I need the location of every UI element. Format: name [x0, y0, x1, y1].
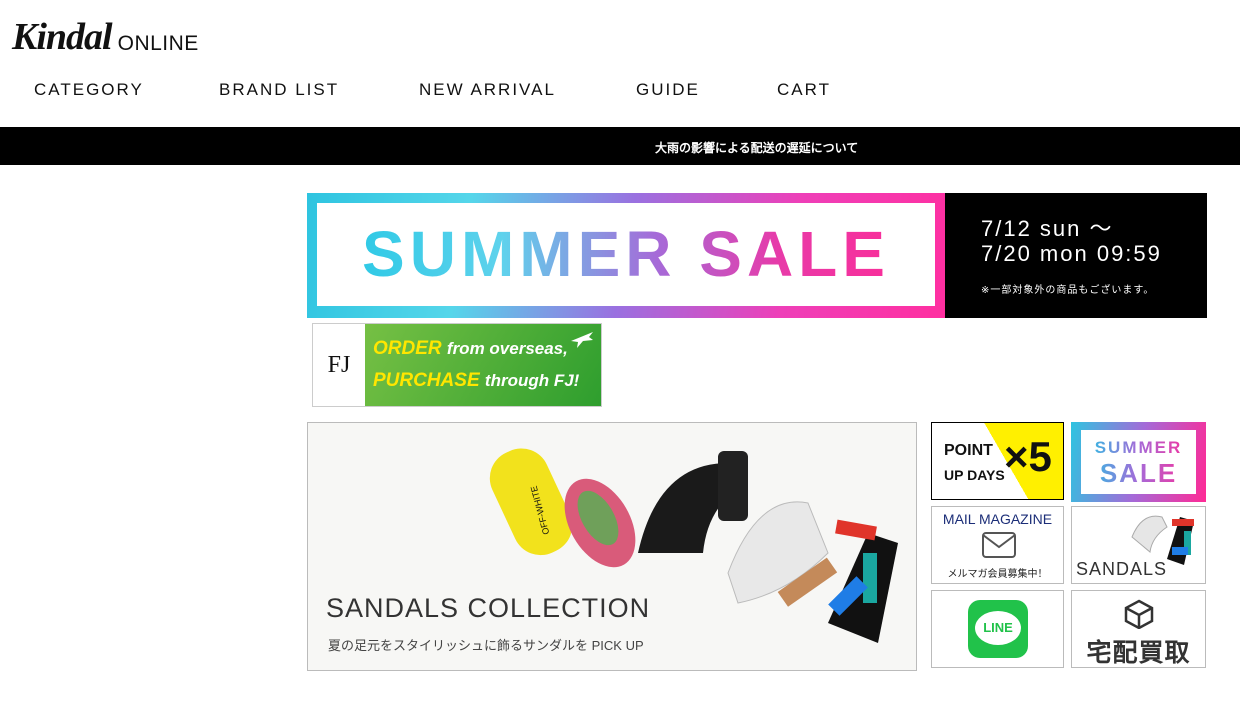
- fj-from-overseas: from overseas,: [446, 339, 568, 358]
- sandals-illustration: OFF-WHITE: [489, 448, 898, 643]
- box-icon: [1124, 599, 1154, 629]
- fj-through: through FJ!: [484, 371, 580, 390]
- fj-order-banner[interactable]: FJ ORDER from overseas, PURCHASE through…: [312, 323, 602, 407]
- sale-title-box: SUMMER SALE: [317, 203, 935, 306]
- point-multiplier: ×5: [1004, 433, 1052, 480]
- logo-script: Kindal: [12, 16, 113, 58]
- sale-note: ※一部対象外の商品もございます。: [981, 285, 1155, 296]
- nav-category[interactable]: CATEGORY: [34, 80, 144, 100]
- nav-brand-list[interactable]: BRAND LIST: [219, 80, 339, 100]
- mail-magazine-tile[interactable]: MAIL MAGAZINE メルマガ会員募集中！: [931, 506, 1064, 584]
- summer-sale-banner[interactable]: SUMMER SALE 7/12 sun 〜 7/20 mon 09:59 ※一…: [307, 193, 1207, 318]
- envelope-icon: [982, 532, 1016, 558]
- summer-tile-box: SUMMER SALE: [1081, 430, 1196, 494]
- nav-new-arrival[interactable]: NEW ARRIVAL: [419, 80, 556, 100]
- sandals-collection-title: SANDALS COLLECTION: [326, 593, 651, 623]
- mail-magazine-sub: メルマガ会員募集中！: [947, 569, 1048, 580]
- line-label: LINE: [983, 620, 1013, 635]
- fj-line-2: PURCHASE through FJ!: [373, 370, 579, 392]
- takuhai-kaitori-tile[interactable]: 宅配買取: [1071, 590, 1206, 668]
- sandals-tile[interactable]: SANDALS: [1071, 506, 1206, 584]
- line-tile[interactable]: LINE: [931, 590, 1064, 668]
- summer-tile-line2: SALE: [1081, 458, 1196, 489]
- sale-date-panel: 7/12 sun 〜 7/20 mon 09:59 ※一部対象外の商品もございま…: [945, 193, 1207, 318]
- fj-order: ORDER: [373, 338, 442, 359]
- logo-online: ONLINE: [117, 32, 199, 55]
- mail-magazine-title: MAIL MAGAZINE: [942, 511, 1053, 527]
- summer-tile-line1: SUMMER: [1081, 438, 1196, 458]
- kaitori-label: 宅配買取: [1086, 639, 1191, 667]
- fj-logo: FJ: [313, 324, 365, 406]
- sale-gradient-frame: SUMMER SALE: [307, 193, 945, 318]
- nav-cart[interactable]: CART: [777, 80, 831, 100]
- sale-date-start: 7/12 sun 〜: [981, 216, 1114, 241]
- notice-link[interactable]: 大雨の影響による配送の遅延について: [655, 139, 858, 156]
- line-icon: LINE: [968, 600, 1028, 658]
- point-up-days-tile[interactable]: POINT UP DAYS ×5: [931, 422, 1064, 500]
- summer-sale-tile[interactable]: SUMMER SALE: [1071, 422, 1206, 502]
- fj-green-panel: ORDER from overseas, PURCHASE through FJ…: [365, 324, 601, 406]
- sale-title: SUMMER SALE: [317, 203, 935, 306]
- point-label: POINT: [944, 442, 993, 459]
- sandals-tile-label: SANDALS: [1076, 559, 1168, 579]
- airplane-icon: [571, 332, 593, 348]
- sale-date-end: 7/20 mon 09:59: [981, 241, 1162, 266]
- sandals-collection-banner[interactable]: OFF-WHITE SANDALS COLLECTION 夏の足元をスタイリッシ…: [307, 422, 917, 671]
- sandals-collection-subtitle: 夏の足元をスタイリッシュに飾るサンダルを PICK UP: [328, 638, 644, 653]
- notice-bar: 大雨の影響による配送の遅延について: [0, 127, 1240, 165]
- up-days-label: UP DAYS: [944, 467, 1005, 483]
- nav-guide[interactable]: GUIDE: [636, 80, 700, 100]
- fj-purchase: PURCHASE: [373, 370, 480, 391]
- fj-line-1: ORDER from overseas,: [373, 338, 568, 360]
- site-logo[interactable]: Kindal ONLINE: [12, 18, 199, 56]
